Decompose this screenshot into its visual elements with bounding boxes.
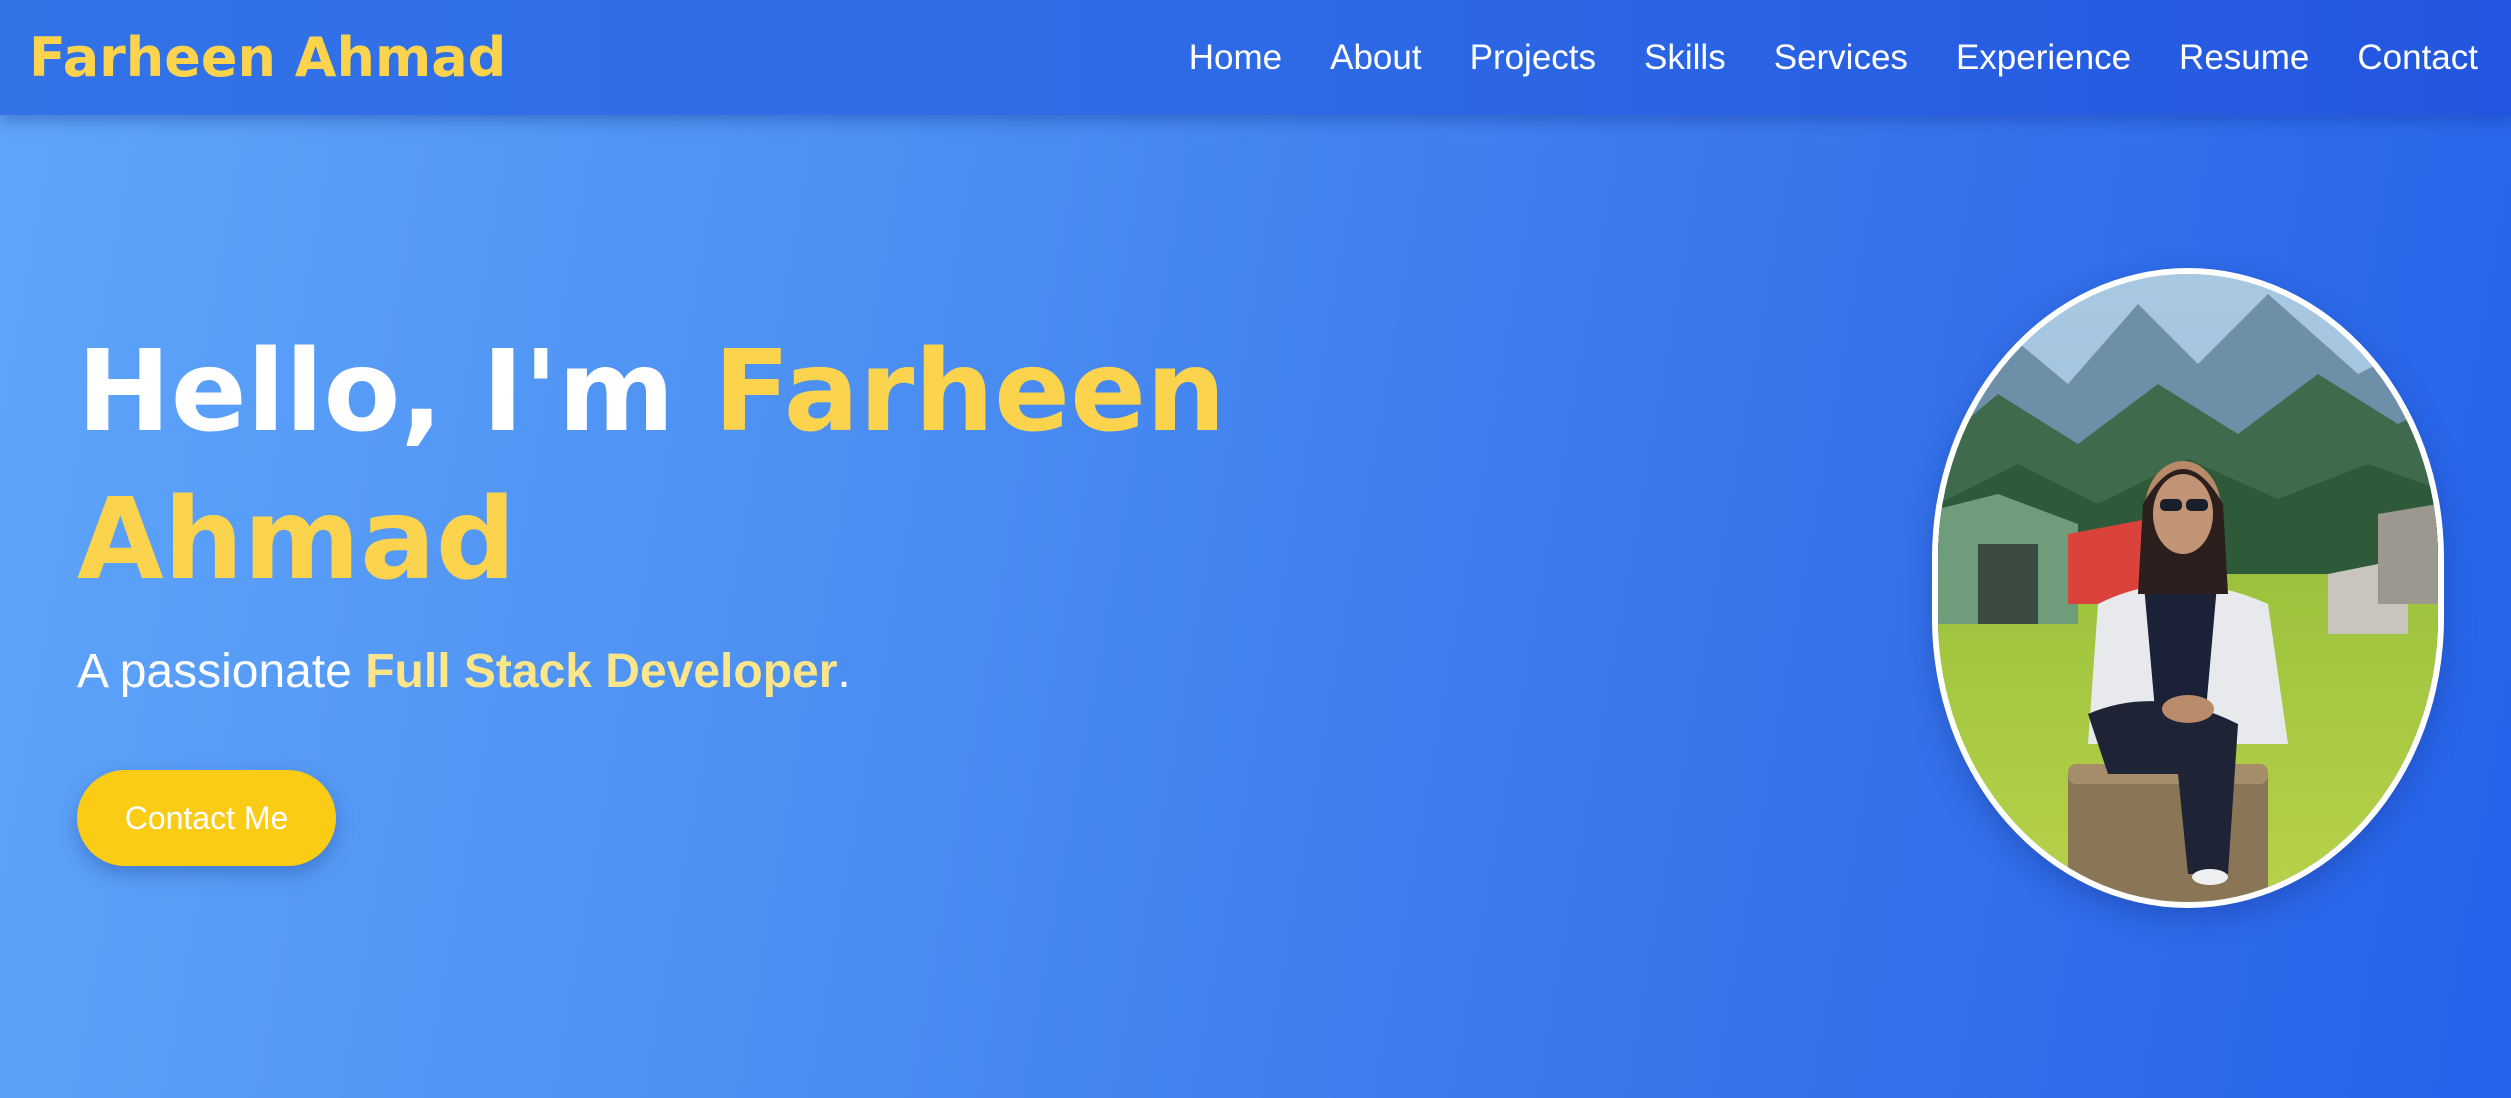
nav-link-experience[interactable]: Experience	[1956, 38, 2131, 78]
nav-link-projects[interactable]: Projects	[1470, 38, 1596, 78]
tagline-role: Full Stack Developer	[365, 645, 838, 698]
nav-links: Home About Projects Skills Services Expe…	[1141, 38, 2478, 78]
navbar: Farheen Ahmad Home About Projects Skills…	[0, 0, 2511, 115]
hero-greeting: Hello, I'm	[77, 327, 714, 457]
hero-tagline: A passionate Full Stack Developer.	[77, 644, 851, 699]
nav-link-services[interactable]: Services	[1774, 38, 1908, 78]
contact-me-button[interactable]: Contact Me	[77, 770, 336, 866]
tagline-prefix: A passionate	[77, 645, 366, 698]
brand-logo[interactable]: Farheen Ahmad	[29, 26, 506, 89]
nav-link-resume[interactable]: Resume	[2179, 38, 2309, 78]
hero-title: Hello, I'm Farheen Ahmad	[77, 318, 1377, 614]
nav-link-about[interactable]: About	[1330, 38, 1421, 78]
profile-photo	[1932, 268, 2444, 908]
nav-link-skills[interactable]: Skills	[1644, 38, 1726, 78]
tagline-suffix: .	[837, 645, 851, 698]
nav-link-contact[interactable]: Contact	[2357, 38, 2478, 78]
nav-link-home[interactable]: Home	[1189, 38, 1282, 78]
